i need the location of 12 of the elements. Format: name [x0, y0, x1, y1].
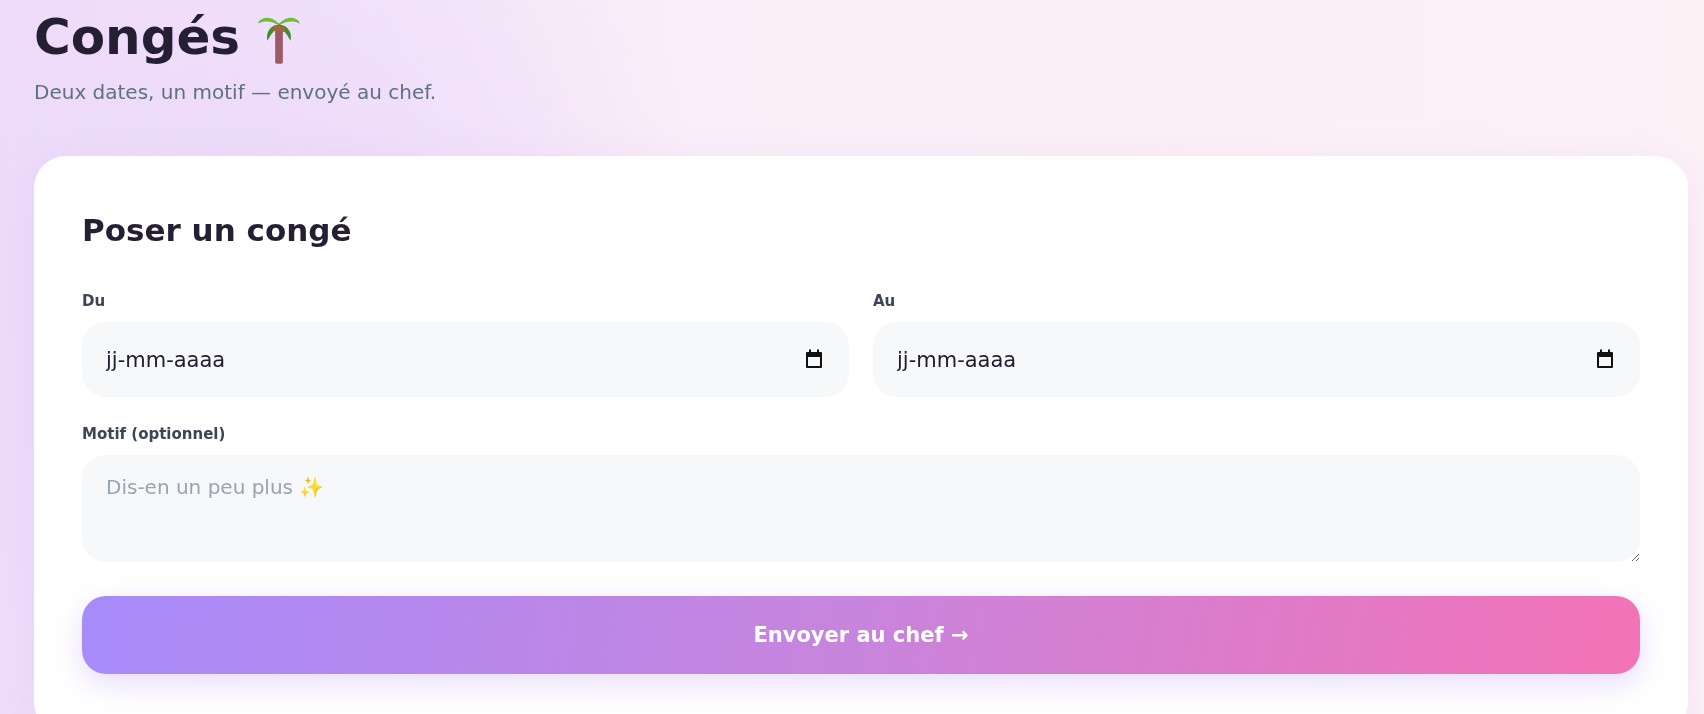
reason-field[interactable]: Dis-en un peu plus ✨ [82, 455, 1640, 562]
date-field[interactable]: jj-mm-aaaa [82, 322, 849, 397]
date-field[interactable]: jj-mm-aaaa [873, 322, 1640, 397]
submit-button[interactable]: Envoyer au chef → [82, 596, 1640, 674]
field-label: Du [82, 292, 107, 310]
page-subtitle: Deux dates, un motif — envoyé au chef. [34, 80, 438, 104]
calendar-icon[interactable] [805, 349, 823, 369]
calendar-icon[interactable] [1596, 349, 1614, 369]
form-title: Poser un congé [82, 212, 353, 248]
field-label: Motif (optionnel) [82, 425, 227, 443]
page-title: Congés [34, 8, 241, 66]
field-label: Au [873, 292, 897, 310]
